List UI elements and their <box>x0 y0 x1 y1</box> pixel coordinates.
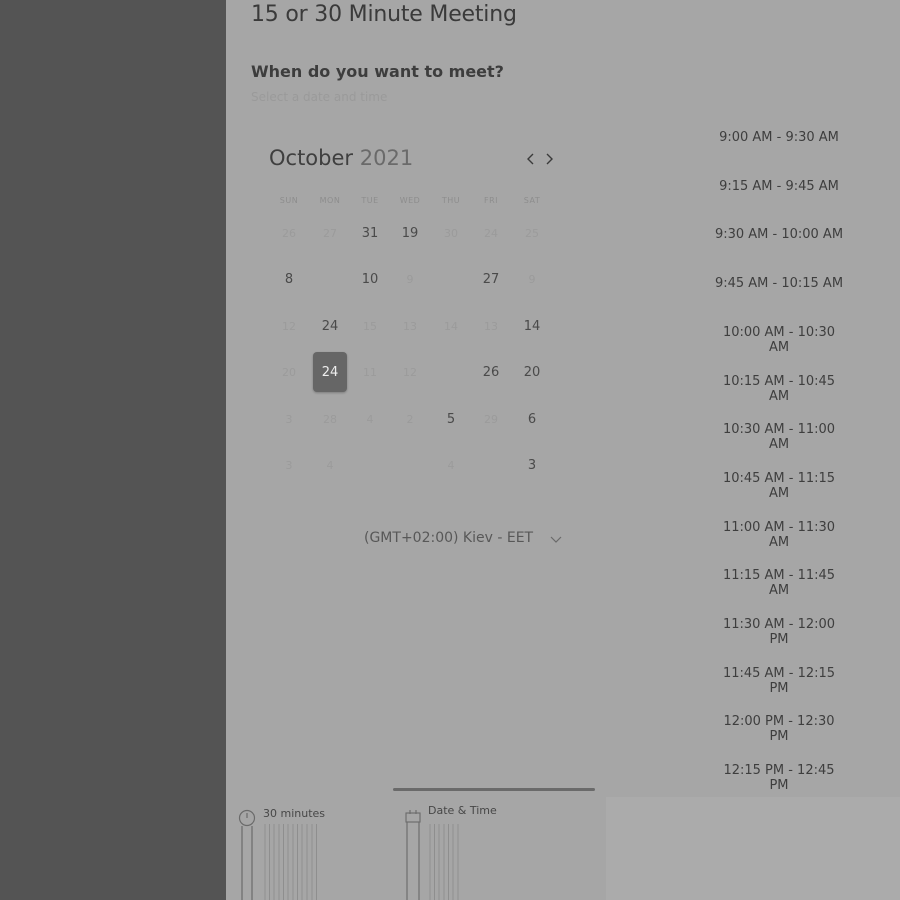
chevron-left-icon <box>527 153 534 165</box>
calendar-year: 2021 <box>359 146 414 170</box>
weekday-wed: WED <box>399 196 421 205</box>
calendar-day[interactable]: 14 <box>434 306 468 346</box>
time-slot[interactable]: 9:30 AM - 10:00 AM <box>712 227 846 242</box>
step-duration-bars <box>264 824 317 900</box>
calendar-day[interactable]: 9 <box>393 259 427 299</box>
calendar-day[interactable]: 4 <box>313 445 347 485</box>
calendar-day[interactable]: 20 <box>272 352 306 392</box>
calendar-day[interactable]: 9 <box>515 259 549 299</box>
calendar-day[interactable]: 19 <box>393 213 427 253</box>
calendar-day[interactable]: 12 <box>393 352 427 392</box>
prompt-heading: When do you want to meet? <box>251 62 504 81</box>
time-slot[interactable]: 9:45 AM - 10:15 AM <box>712 276 846 291</box>
calendar-icon <box>405 810 421 900</box>
calendar-day[interactable]: 24 <box>474 213 508 253</box>
calendar-month: October <box>269 146 354 170</box>
step-duration-label: 30 minutes <box>263 807 326 820</box>
booking-steps: 30 minutes Date & Time <box>226 791 900 900</box>
calendar-day[interactable]: 5 <box>434 399 468 439</box>
calendar-day[interactable]: 24 <box>313 306 347 346</box>
calendar-day[interactable]: 6 <box>515 399 549 439</box>
calendar-day[interactable]: 8 <box>272 259 306 299</box>
calendar-day[interactable]: 31 <box>353 213 387 253</box>
calendar-day[interactable]: 13 <box>393 306 427 346</box>
time-slot[interactable]: 11:45 AM - 12:15 PM <box>712 666 846 696</box>
calendar-day[interactable]: 3 <box>515 445 549 485</box>
time-slot[interactable]: 10:45 AM - 11:15 AM <box>712 471 846 501</box>
clock-icon <box>238 809 256 900</box>
calendar-day[interactable]: 26 <box>272 213 306 253</box>
calendar-day[interactable]: 2 <box>393 399 427 439</box>
calendar-day[interactable]: 15 <box>353 306 387 346</box>
time-slot[interactable]: 11:30 AM - 12:00 PM <box>712 617 846 647</box>
weekday-mon: MON <box>319 196 341 205</box>
calendar-day[interactable]: 27 <box>474 259 508 299</box>
chevron-right-icon <box>546 153 553 165</box>
prompt-hint: Select a date and time <box>251 90 388 104</box>
calendar-day[interactable]: 29 <box>474 399 508 439</box>
prev-month-button[interactable] <box>523 150 539 168</box>
calendar-day[interactable]: 27 <box>313 213 347 253</box>
calendar-day[interactable]: 10 <box>353 259 387 299</box>
calendar-day[interactable]: 28 <box>313 399 347 439</box>
step-datetime-bars <box>429 824 459 900</box>
calendar-day[interactable]: 14 <box>515 306 549 346</box>
meeting-title: 15 or 30 Minute Meeting <box>251 2 517 27</box>
weekday-tue: TUE <box>361 196 379 205</box>
time-slot[interactable]: 10:15 AM - 10:45 AM <box>712 374 846 404</box>
calendar-day[interactable]: 12 <box>272 306 306 346</box>
time-slot[interactable]: 12:15 PM - 12:45 PM <box>712 763 846 793</box>
time-slot[interactable]: 12:00 PM - 12:30 PM <box>712 714 846 744</box>
chevron-down-icon[interactable] <box>549 533 563 547</box>
time-slot[interactable]: 11:00 AM - 11:30 AM <box>712 520 846 550</box>
time-slot[interactable]: 11:15 AM - 11:45 AM <box>712 568 846 598</box>
calendar-day[interactable]: 20 <box>515 352 549 392</box>
step-datetime-label: Date & Time <box>428 804 497 817</box>
time-slot[interactable]: 10:30 AM - 11:00 AM <box>712 422 846 452</box>
calendar-day-selected[interactable]: 24 <box>313 352 347 392</box>
booking-panel: 15 or 30 Minute Meeting When do you want… <box>226 0 900 900</box>
left-panel <box>0 0 226 900</box>
calendar-day[interactable]: 3 <box>272 445 306 485</box>
weekday-sat: SAT <box>523 196 541 205</box>
weekday-sun: SUN <box>279 196 299 205</box>
calendar-day[interactable]: 11 <box>353 352 387 392</box>
calendar-day[interactable]: 4 <box>353 399 387 439</box>
calendar-day[interactable]: 13 <box>474 306 508 346</box>
time-slot[interactable]: 9:15 AM - 9:45 AM <box>712 179 846 194</box>
footer-placeholder <box>606 797 900 900</box>
next-month-button[interactable] <box>541 150 557 168</box>
calendar-month-label: October 2021 <box>269 146 413 170</box>
calendar-day[interactable]: 26 <box>474 352 508 392</box>
weekday-thu: THU <box>441 196 461 205</box>
time-slot[interactable]: 10:00 AM - 10:30 AM <box>712 325 846 355</box>
time-slot[interactable]: 9:00 AM - 9:30 AM <box>712 130 846 145</box>
calendar-day[interactable]: 25 <box>515 213 549 253</box>
weekday-fri: FRI <box>483 196 499 205</box>
calendar-day[interactable]: 4 <box>434 445 468 485</box>
calendar-day[interactable]: 3 <box>272 399 306 439</box>
calendar-day[interactable]: 30 <box>434 213 468 253</box>
timezone-selector[interactable]: (GMT+02:00) Kiev - EET <box>364 530 533 546</box>
